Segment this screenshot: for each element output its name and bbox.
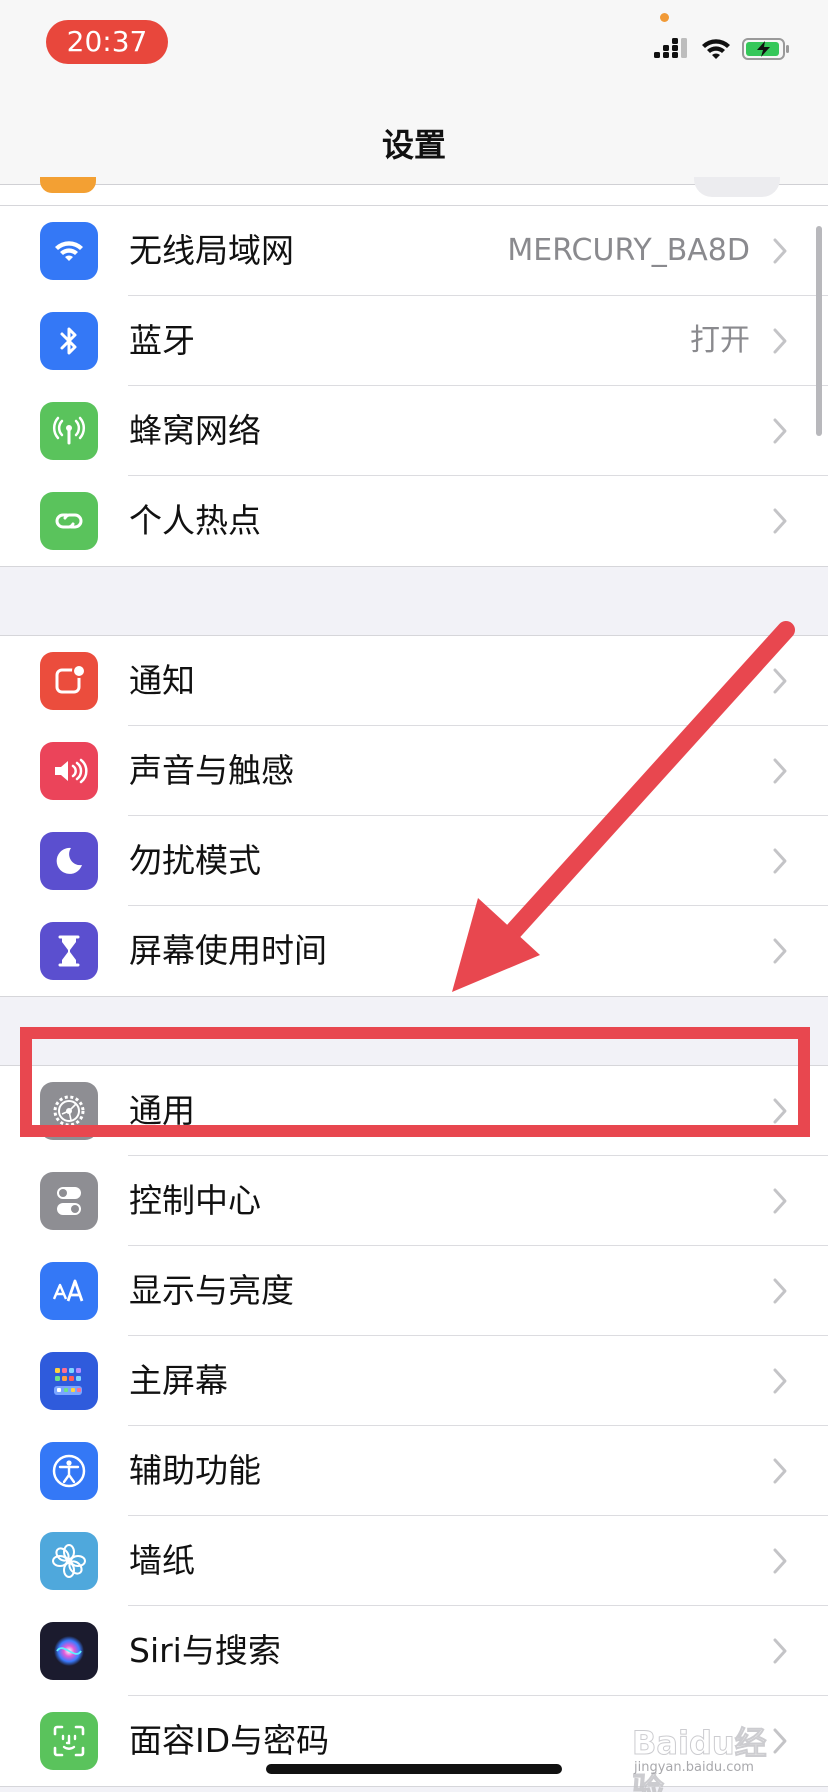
row-label: 屏幕使用时间	[129, 931, 327, 970]
row-label: 个人热点	[129, 501, 261, 540]
row-label: 无线局域网	[129, 231, 294, 270]
settings-screen: 20:37 设置 无线局域网 MERCURY_BA8D 蓝牙 打开 蜂窝网络 个…	[0, 0, 828, 1792]
chevron-right-icon	[773, 1458, 787, 1484]
settings-row-general[interactable]: 通用	[0, 1066, 828, 1156]
connectivity-group: 无线局域网 MERCURY_BA8D 蓝牙 打开 蜂窝网络 个人热点	[0, 205, 828, 567]
hotspot-icon	[40, 492, 98, 550]
settings-row-notifications[interactable]: 通知	[0, 636, 828, 726]
sound-icon	[40, 742, 98, 800]
row-label: 控制中心	[129, 1181, 261, 1220]
home-indicator[interactable]	[266, 1764, 562, 1774]
notifications-icon	[40, 652, 98, 710]
chevron-right-icon	[773, 1638, 787, 1664]
chevron-right-icon	[773, 1548, 787, 1574]
chevron-right-icon	[773, 938, 787, 964]
settings-row-do-not-disturb[interactable]: 勿扰模式	[0, 816, 828, 906]
hourglass-icon	[40, 922, 98, 980]
airplane-mode-icon	[40, 177, 96, 193]
row-label: 主屏幕	[129, 1361, 228, 1400]
settings-row-screen-time[interactable]: 屏幕使用时间	[0, 906, 828, 996]
chevron-right-icon	[773, 1278, 787, 1304]
wifi-status-icon	[702, 39, 730, 59]
settings-row-wifi[interactable]: 无线局域网 MERCURY_BA8D	[0, 206, 828, 296]
settings-row-cellular[interactable]: 蜂窝网络	[0, 386, 828, 476]
row-label: 蓝牙	[129, 321, 195, 360]
bluetooth-icon	[40, 312, 98, 370]
row-label: 声音与触感	[129, 751, 294, 790]
moon-icon	[40, 832, 98, 890]
chevron-right-icon	[773, 508, 787, 534]
text-size-icon	[40, 1262, 98, 1320]
battery-charging-icon	[742, 38, 789, 60]
face-id-icon	[40, 1712, 98, 1770]
status-bar: 20:37	[0, 0, 828, 100]
settings-row-hotspot[interactable]: 个人热点	[0, 476, 828, 566]
chevron-right-icon	[773, 848, 787, 874]
watermark-subtext: jingyan.baidu.com	[634, 1760, 754, 1775]
general-group: 通用 控制中心 显示与亮度 主屏幕 辅助功能 墙纸 Siri与搜索 面容ID与密…	[0, 1065, 828, 1787]
navigation-bar: 设置	[0, 100, 828, 185]
accessibility-icon	[40, 1442, 98, 1500]
siri-icon	[40, 1622, 98, 1680]
chevron-right-icon	[773, 328, 787, 354]
signal-icon	[654, 38, 687, 58]
row-label: 通知	[129, 661, 195, 700]
cellular-icon	[40, 402, 98, 460]
row-label: Siri与搜索	[129, 1631, 281, 1670]
settings-row-bluetooth[interactable]: 蓝牙 打开	[0, 296, 828, 386]
settings-row-wallpaper[interactable]: 墙纸	[0, 1516, 828, 1606]
chevron-right-icon	[773, 1188, 787, 1214]
chevron-right-icon	[773, 238, 787, 264]
row-label: 勿扰模式	[129, 841, 261, 880]
mic-indicator-dot	[660, 13, 669, 22]
toggles-icon	[40, 1172, 98, 1230]
watermark: Baidu经验 jingyan.baidu.com	[632, 1708, 792, 1792]
settings-row-control-center[interactable]: 控制中心	[0, 1156, 828, 1246]
settings-row-siri[interactable]: Siri与搜索	[0, 1606, 828, 1696]
notifications-group: 通知 声音与触感 勿扰模式 屏幕使用时间	[0, 635, 828, 997]
scroll-indicator[interactable]	[816, 226, 822, 436]
row-label: 墙纸	[129, 1541, 195, 1580]
settings-row-home-screen[interactable]: 主屏幕	[0, 1336, 828, 1426]
chevron-right-icon	[773, 1098, 787, 1124]
row-value: 打开	[690, 323, 750, 358]
chevron-right-icon	[773, 758, 787, 784]
status-time: 20:37	[46, 20, 168, 64]
home-screen-icon	[40, 1352, 98, 1410]
partially-hidden-row	[0, 177, 828, 206]
wifi-icon	[40, 222, 98, 280]
flower-icon	[40, 1532, 98, 1590]
settings-row-accessibility[interactable]: 辅助功能	[0, 1426, 828, 1516]
chevron-right-icon	[773, 418, 787, 444]
row-label: 辅助功能	[129, 1451, 261, 1490]
row-label: 显示与亮度	[129, 1271, 294, 1310]
settings-row-display[interactable]: 显示与亮度	[0, 1246, 828, 1336]
row-label: 蜂窝网络	[129, 411, 261, 450]
page-title: 设置	[381, 126, 446, 164]
airplane-mode-toggle[interactable]	[694, 177, 780, 197]
watermark-text: Baidu经验	[632, 1724, 768, 1792]
settings-row-sounds[interactable]: 声音与触感	[0, 726, 828, 816]
row-label: 通用	[129, 1091, 195, 1130]
gear-icon	[40, 1082, 98, 1140]
chevron-right-icon	[773, 668, 787, 694]
row-value: MERCURY_BA8D	[507, 233, 750, 268]
chevron-right-icon	[773, 1368, 787, 1394]
